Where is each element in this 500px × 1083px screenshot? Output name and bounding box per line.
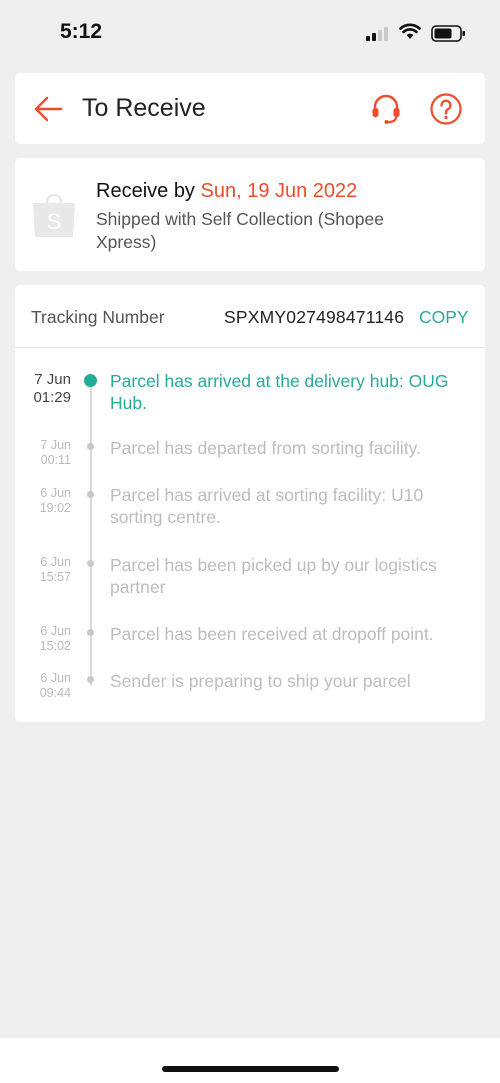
event-description: Sender is preparing to ship your parcel <box>110 671 411 691</box>
event-description: Parcel has been picked up by our logisti… <box>110 555 437 597</box>
status-bar: 5:12 <box>0 0 500 64</box>
receive-by-label: Receive by <box>96 180 195 202</box>
event-date: 6 Jun 09:44 <box>15 671 71 701</box>
event-time: 01:29 <box>33 389 71 406</box>
tracking-card: Tracking Number SPXMY027498471146 COPY 7… <box>15 285 485 722</box>
back-arrow-icon[interactable] <box>33 95 63 123</box>
event-time: 15:02 <box>39 639 71 653</box>
event-dot <box>84 374 97 387</box>
event-dot <box>87 676 94 683</box>
headset-icon[interactable] <box>370 93 402 125</box>
event-day: 6 Jun <box>40 555 71 569</box>
bottom-bar <box>0 1038 500 1083</box>
tracking-number-label: Tracking Number <box>31 307 165 327</box>
shipping-info-card: S Receive by Sun, 19 Jun 2022 Shipped wi… <box>15 158 485 271</box>
signal-icon <box>366 27 390 41</box>
timeline-line <box>90 383 92 685</box>
tracking-header: Tracking Number SPXMY027498471146 COPY <box>15 285 485 348</box>
event-description: Parcel has been received at dropoff poin… <box>110 624 434 644</box>
status-time: 5:12 <box>60 20 103 43</box>
event-description: Parcel has arrived at sorting facility: … <box>110 485 424 527</box>
wifi-icon <box>399 23 421 39</box>
event-description: Parcel has departed from sorting facilit… <box>110 438 421 458</box>
event-date: 7 Jun 00:11 <box>15 438 71 468</box>
event-date: 7 Jun 01:29 <box>15 371 71 407</box>
event-date: 6 Jun 19:02 <box>15 486 71 516</box>
event-day: 7 Jun <box>34 371 71 388</box>
event-description: Parcel has arrived at the delivery hub: … <box>110 371 449 413</box>
event-date: 6 Jun 15:02 <box>15 624 71 654</box>
tracking-number-value: SPXMY027498471146 <box>224 307 405 327</box>
event-time: 19:02 <box>39 501 71 515</box>
event-day: 6 Jun <box>40 624 71 638</box>
receive-date: Sun, 19 Jun 2022 <box>200 180 358 202</box>
shipping-method: Shipped with Self Collection (Shopee Xpr… <box>96 209 384 252</box>
event-day: 6 Jun <box>40 671 71 685</box>
event-time: 09:44 <box>39 686 71 700</box>
event-day: 7 Jun <box>40 438 71 452</box>
battery-icon <box>431 25 465 42</box>
svg-text:S: S <box>47 209 62 234</box>
event-dot <box>87 491 94 498</box>
event-time: 00:11 <box>40 453 71 467</box>
receive-by-text: Receive by Sun, 19 Jun 2022 <box>96 180 357 203</box>
event-dot <box>87 629 94 636</box>
header-bar: To Receive <box>15 73 485 144</box>
page-title: To Receive <box>82 94 206 122</box>
help-icon[interactable] <box>429 92 463 126</box>
event-dot <box>87 443 94 450</box>
copy-button[interactable]: COPY <box>419 307 469 328</box>
event-time: 15:57 <box>39 570 71 584</box>
event-day: 6 Jun <box>40 486 71 500</box>
event-dot <box>87 560 94 567</box>
event-date: 6 Jun 15:57 <box>15 555 71 585</box>
home-indicator[interactable] <box>162 1066 339 1072</box>
shop-bag-icon: S <box>33 193 75 237</box>
